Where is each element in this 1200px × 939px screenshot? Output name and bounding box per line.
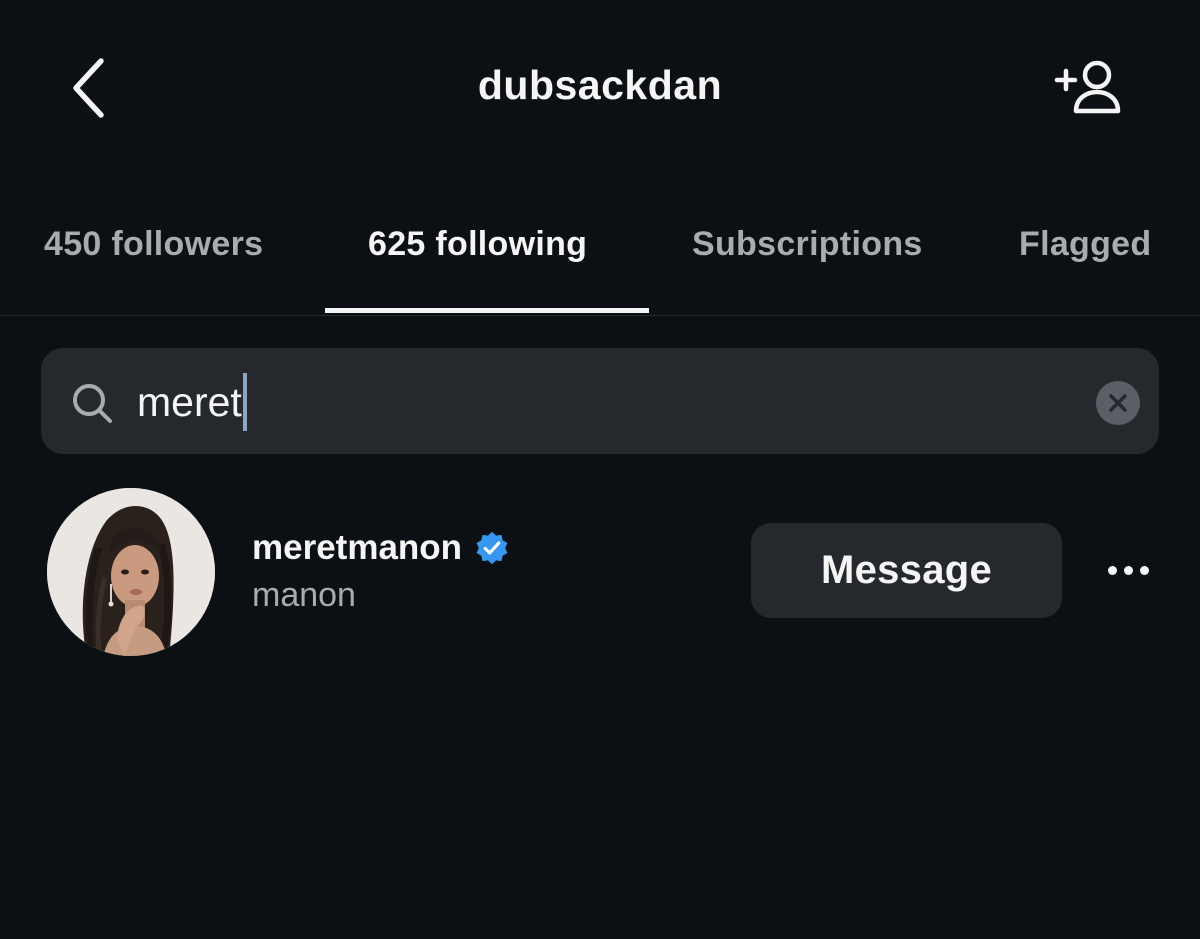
page-title: dubsackdan — [477, 62, 723, 108]
search-input-value: meret — [137, 378, 242, 425]
tab-followers[interactable]: 450 followers — [44, 225, 263, 264]
follow-tabs: 450 followers 625 following Subscription… — [0, 200, 1200, 316]
clear-search-button[interactable] — [1096, 381, 1140, 425]
profile-photo — [47, 488, 215, 656]
message-button[interactable]: Message — [751, 523, 1062, 618]
tab-subscriptions[interactable]: Subscriptions — [692, 225, 923, 264]
tab-flagged[interactable]: Flagged — [1019, 225, 1151, 264]
add-person-icon — [1054, 60, 1121, 114]
search-input[interactable]: meret — [137, 373, 1037, 431]
list-item[interactable]: meretmanon manon Message — [0, 480, 1200, 665]
username-line: meretmanon — [252, 528, 510, 568]
add-person-button[interactable] — [1045, 50, 1133, 126]
top-nav-bar: dubsackdan — [0, 0, 1200, 180]
tab-following[interactable]: 625 following — [368, 225, 587, 264]
clear-icon — [1109, 394, 1127, 412]
full-name: manon — [252, 576, 356, 614]
more-options-button[interactable] — [1098, 550, 1158, 590]
verified-badge-icon — [476, 531, 508, 565]
more-options-icon — [1104, 565, 1152, 575]
username[interactable]: meretmanon — [252, 528, 462, 568]
active-tab-indicator — [325, 308, 649, 313]
search-icon — [73, 384, 112, 423]
avatar[interactable] — [47, 488, 215, 656]
text-cursor — [242, 373, 247, 431]
